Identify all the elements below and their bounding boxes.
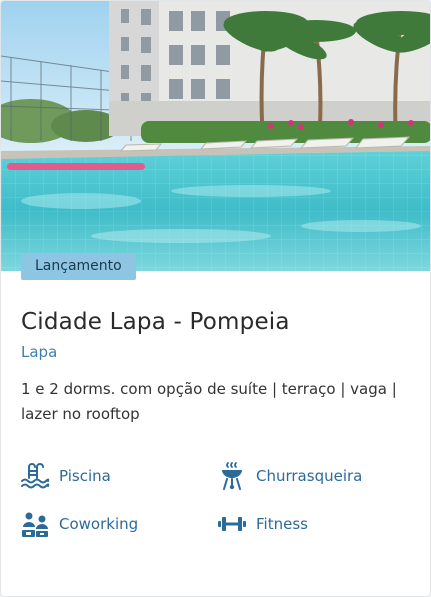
- property-description: 1 e 2 dorms. com opção de suíte | terraç…: [21, 380, 397, 423]
- grill-icon: [217, 461, 247, 491]
- property-title[interactable]: Cidade Lapa - Pompeia: [21, 309, 290, 335]
- amenity-fitness: Fitness: [217, 508, 308, 540]
- amenity-label: Coworking: [59, 515, 139, 533]
- amenity-label: Fitness: [256, 515, 308, 533]
- amenity-label: Piscina: [59, 467, 111, 485]
- pool-icon: [20, 461, 50, 491]
- coworking-icon: [20, 509, 50, 539]
- amenity-label: Churrasqueira: [256, 467, 363, 485]
- property-location: Lapa: [21, 343, 58, 361]
- property-card[interactable]: Lançamento Cidade Lapa - Pompeia Lapa 1 …: [0, 0, 431, 597]
- amenity-grill: Churrasqueira: [217, 460, 362, 492]
- amenity-coworking: Coworking: [20, 508, 138, 540]
- launch-badge: Lançamento: [21, 253, 136, 280]
- dumbbell-icon: [217, 509, 247, 539]
- amenity-pool: Piscina: [20, 460, 111, 492]
- property-photo[interactable]: [1, 1, 430, 271]
